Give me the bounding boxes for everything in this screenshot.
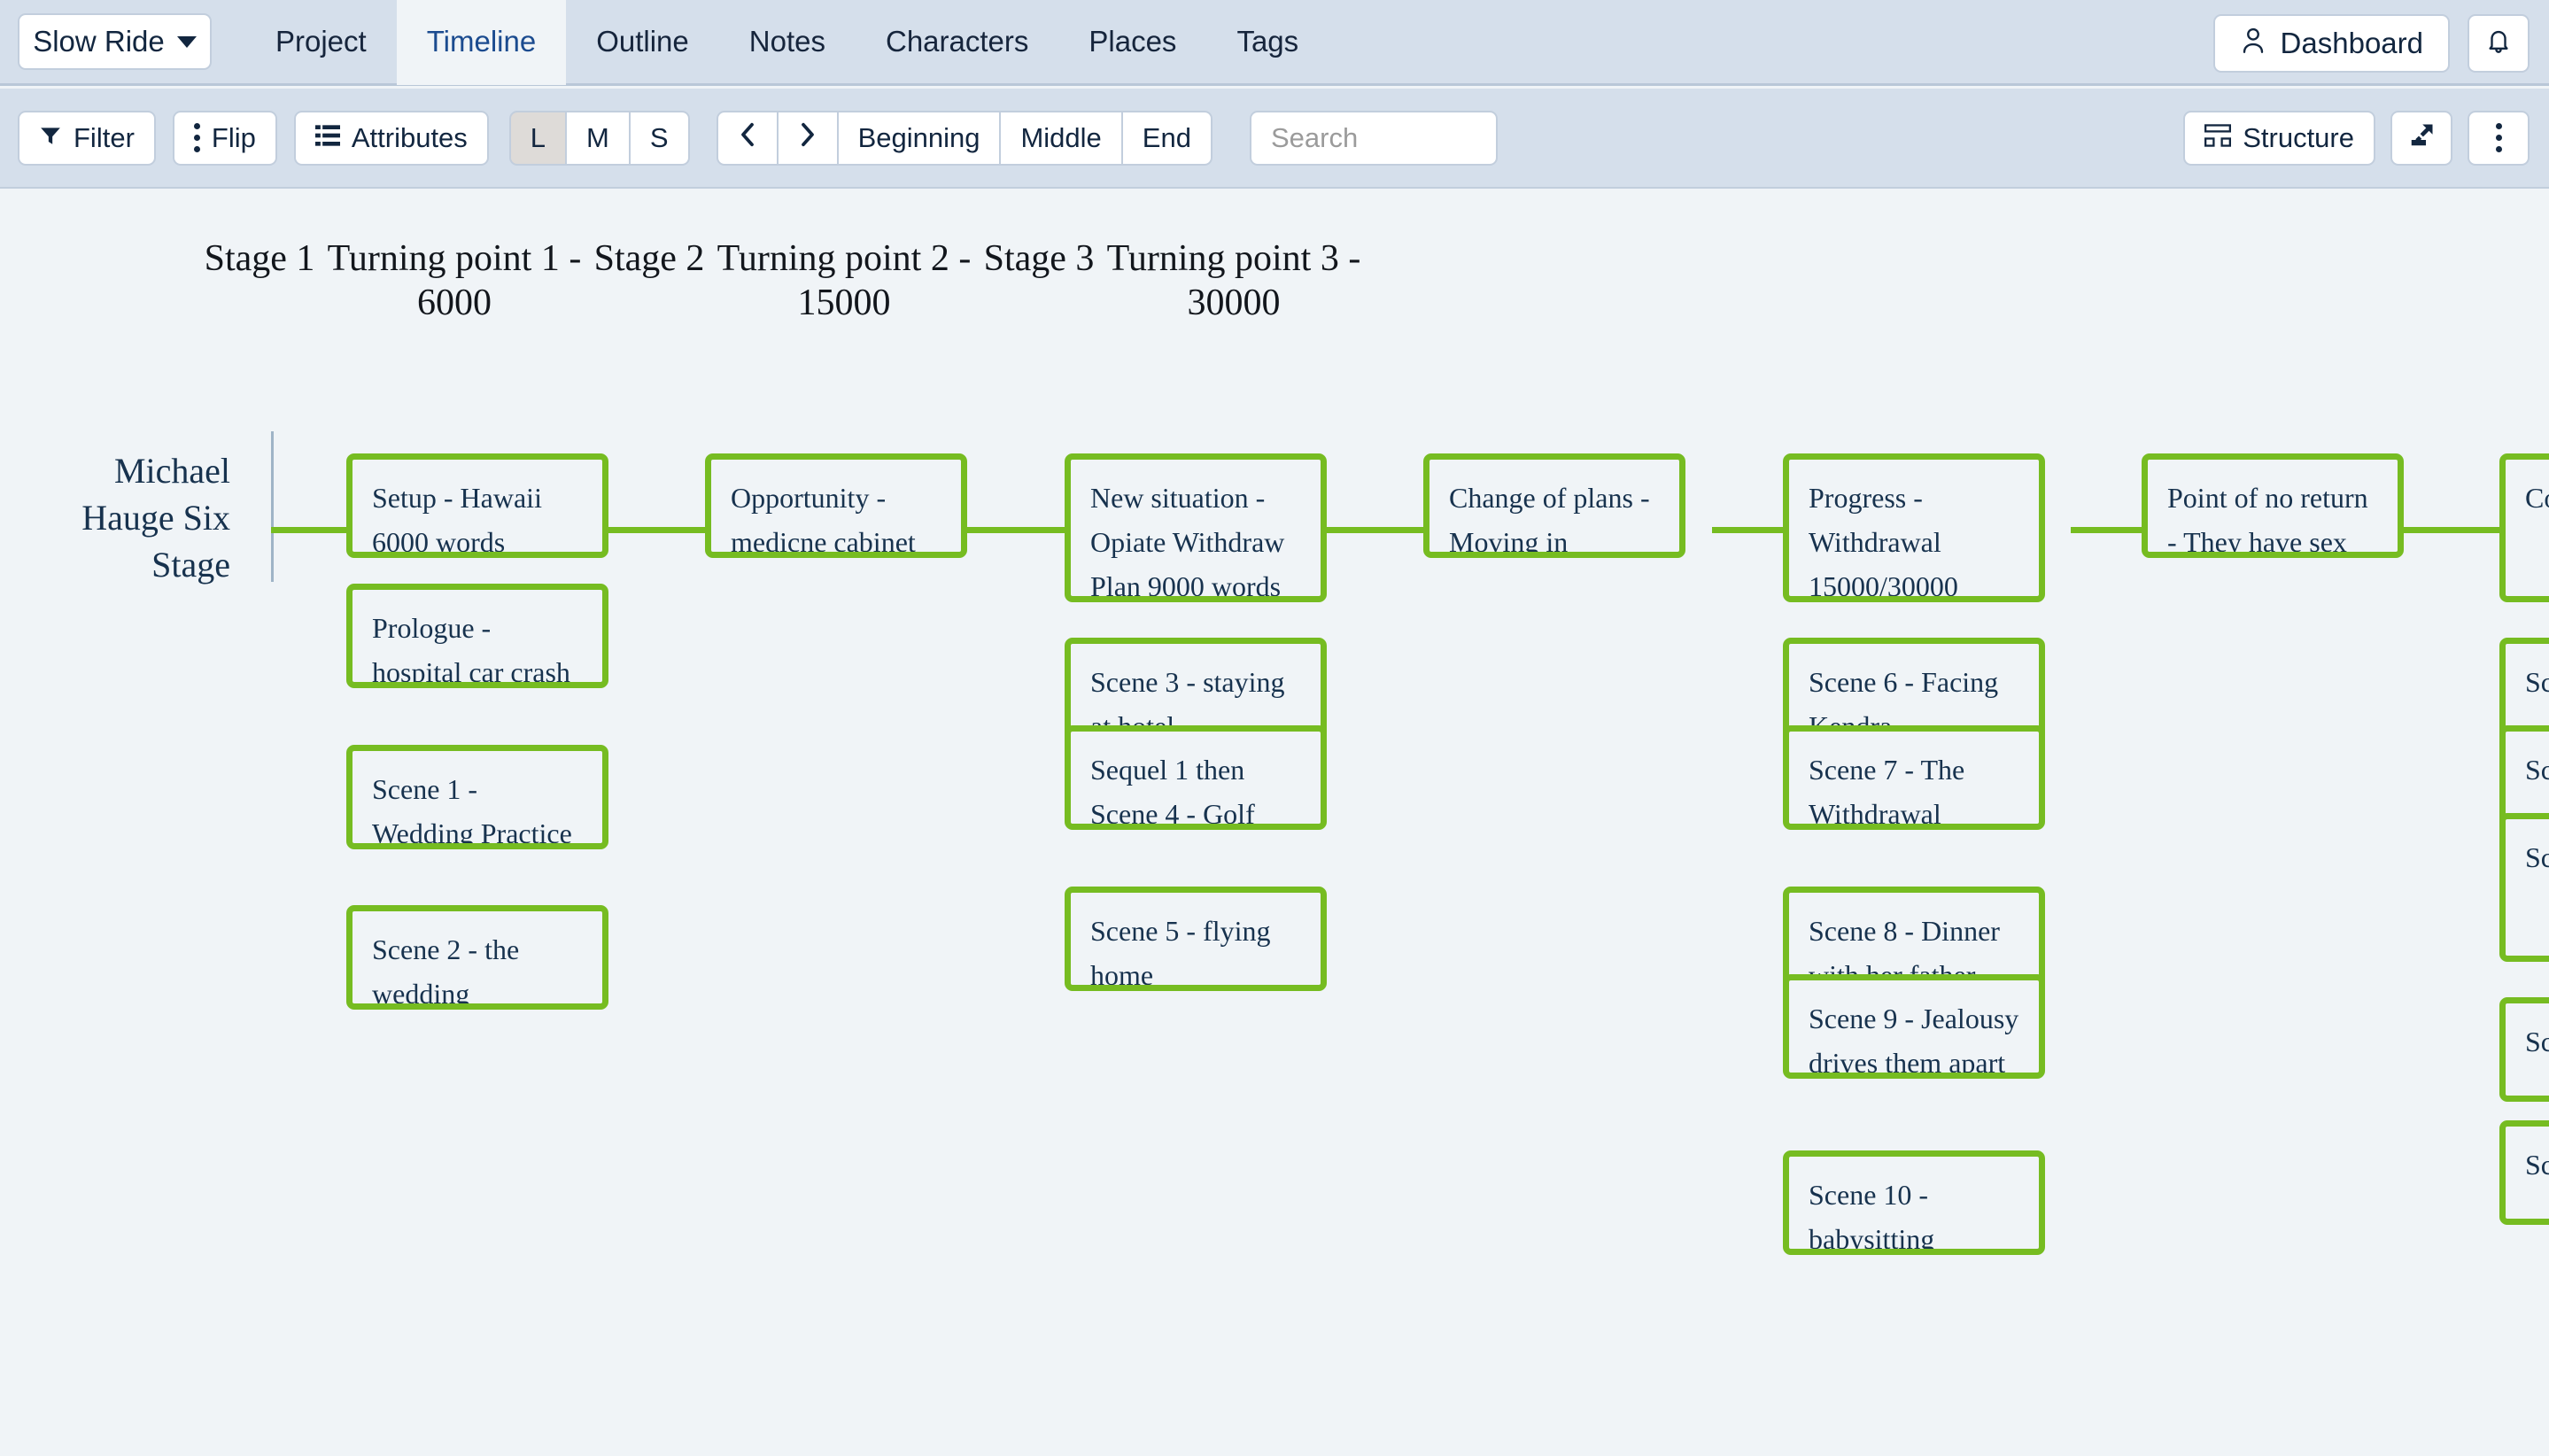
tab-characters[interactable]: Characters [856, 0, 1058, 85]
dots-vertical-icon [2496, 123, 2502, 152]
tab-places-label: Places [1089, 25, 1176, 58]
structure-button[interactable]: Structure [2183, 111, 2375, 166]
timeline-card[interactable]: Sequel 1 then Scene 4 - Golf [1065, 725, 1327, 830]
jump-end-label: End [1143, 122, 1191, 154]
filter-button-label: Filter [74, 122, 135, 154]
flip-button[interactable]: Flip [173, 111, 277, 166]
timeline-card[interactable]: Change of plans - Moving in [1423, 453, 1685, 558]
connector-line [1326, 527, 1423, 533]
navigation-group: Beginning Middle End [717, 111, 1213, 166]
timeline-card[interactable]: Progress - Withdrawal 15000/30000 [1783, 453, 2045, 602]
next-button[interactable] [779, 111, 839, 166]
timeline-toolbar: Filter Flip Attributes L M S [0, 89, 2549, 189]
timeline-card[interactable]: Co high Co wo [2499, 453, 2549, 602]
tab-project[interactable]: Project [245, 0, 397, 85]
dashboard-button[interactable]: Dashboard [2213, 14, 2450, 73]
attributes-button-label: Attributes [352, 122, 468, 154]
column-header-turning-point-3: Turning point 3 - 30000 [1101, 236, 1367, 325]
connector-line [271, 527, 346, 533]
jump-beginning-button[interactable]: Beginning [839, 111, 1002, 166]
jump-middle-button[interactable]: Middle [1001, 111, 1122, 166]
toolbar-right-actions: Structure [2183, 111, 2530, 166]
user-icon [2240, 25, 2266, 62]
filter-button[interactable]: Filter [18, 111, 156, 166]
export-icon [2408, 122, 2435, 153]
connector-line [608, 527, 705, 533]
timeline-card[interactable]: Scene 10 - babysitting [1783, 1150, 2045, 1255]
dots-vertical-icon [194, 123, 200, 152]
tab-places[interactable]: Places [1058, 0, 1206, 85]
timeline-card[interactable]: Sce [2499, 1120, 2549, 1225]
more-options-button[interactable] [2468, 111, 2530, 166]
card-size-s-label: S [650, 122, 669, 154]
chevron-left-icon [738, 121, 757, 155]
tab-outline[interactable]: Outline [566, 0, 719, 85]
tab-characters-label: Characters [886, 25, 1028, 58]
connector-line [967, 527, 1065, 533]
nav-tabs: Project Timeline Outline Notes Character… [245, 0, 1329, 85]
jump-end-button[interactable]: End [1123, 111, 1213, 166]
bell-icon [2485, 26, 2512, 60]
chevron-right-icon [798, 121, 817, 155]
card-size-l-label: L [531, 122, 546, 154]
tab-notes-label: Notes [749, 25, 825, 58]
timeline-card[interactable]: Scene 7 - The Withdrawal [1783, 725, 2045, 830]
jump-beginning-label: Beginning [858, 122, 980, 154]
chevron-down-icon [177, 36, 197, 48]
tab-timeline[interactable]: Timeline [397, 0, 566, 85]
card-size-group: L M S [509, 111, 690, 166]
card-size-s[interactable]: S [631, 111, 690, 166]
flip-button-label: Flip [212, 122, 256, 154]
timeline-card[interactable]: Scene 5 - flying home [1065, 887, 1327, 991]
project-selector-label: Slow Ride [33, 25, 165, 58]
tab-timeline-label: Timeline [427, 25, 536, 58]
row-divider [271, 431, 274, 582]
previous-button[interactable] [717, 111, 779, 166]
project-selector[interactable]: Slow Ride [18, 13, 212, 70]
structure-icon [2204, 122, 2231, 154]
row-label-michael-hauge-six-stage: Michael Hauge Six Stage [27, 447, 230, 588]
attributes-button[interactable]: Attributes [294, 111, 489, 166]
timeline-card[interactable]: Scene 2 - the wedding [346, 905, 608, 1010]
card-size-m-label: M [586, 122, 609, 154]
top-navigation-bar: Slow Ride Project Timeline Outline Notes… [0, 0, 2549, 86]
tab-tags[interactable]: Tags [1206, 0, 1329, 85]
timeline-card[interactable]: New situation - Opiate Withdraw Plan 900… [1065, 453, 1327, 602]
jump-middle-label: Middle [1020, 122, 1101, 154]
timeline-card[interactable]: Setup - Hawaii 6000 words [346, 453, 608, 558]
timeline-card[interactable]: Prologue - hospital car crash 1330 [346, 584, 608, 688]
timeline-card[interactable]: Point of no return - They have sex [2142, 453, 2404, 558]
tab-project-label: Project [275, 25, 367, 58]
funnel-icon [39, 122, 62, 154]
column-headers: Stage 1 Turning point 1 - 6000 Stage 2 T… [0, 190, 2549, 394]
structure-button-label: Structure [2243, 122, 2354, 154]
search-input[interactable] [1250, 111, 1498, 166]
notifications-button[interactable] [2468, 14, 2530, 73]
dashboard-button-label: Dashboard [2281, 27, 2423, 60]
nav-right-actions: Dashboard [2213, 0, 2530, 86]
timeline-card[interactable]: Opportunity - medicne cabinet [705, 453, 967, 558]
card-size-l[interactable]: L [509, 111, 567, 166]
timeline-card[interactable]: Scene 1 - Wedding Practice Dinner [346, 745, 608, 849]
export-button[interactable] [2390, 111, 2452, 166]
tab-notes[interactable]: Notes [719, 0, 856, 85]
timeline-card[interactable]: Sce [2499, 997, 2549, 1102]
list-icon [315, 122, 340, 154]
connector-line [2402, 527, 2499, 533]
tab-outline-label: Outline [596, 25, 689, 58]
timeline-board[interactable]: Stage 1 Turning point 1 - 6000 Stage 2 T… [0, 190, 2549, 1456]
card-size-m[interactable]: M [567, 111, 631, 166]
tab-tags-label: Tags [1236, 25, 1298, 58]
timeline-card[interactable]: Scene 9 - Jealousy drives them apart [1783, 974, 2045, 1079]
timeline-card[interactable]: Sce ort sur [2499, 813, 2549, 962]
